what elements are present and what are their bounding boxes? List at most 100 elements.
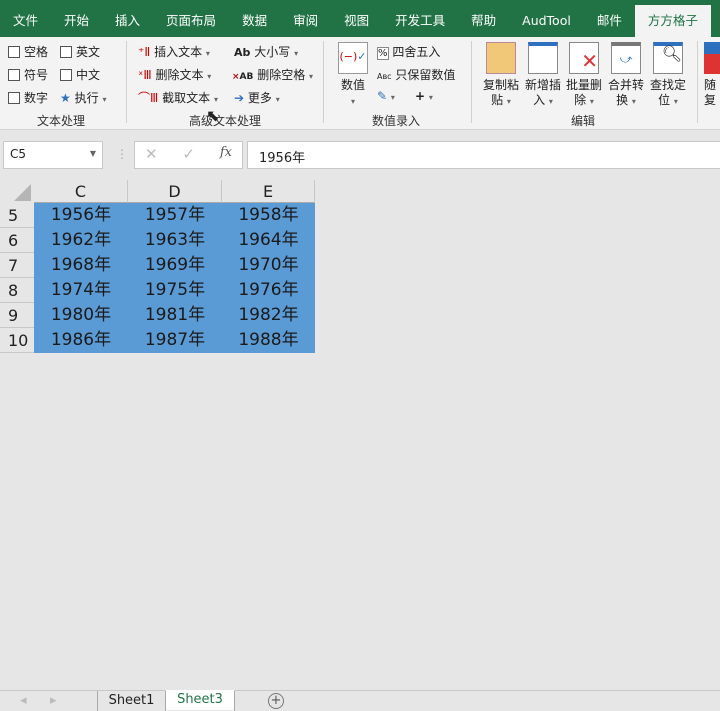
label: 复制粘 (482, 78, 519, 92)
label: 换 (616, 93, 629, 107)
case-button[interactable]: Ab 大小写 ▾ (234, 43, 298, 60)
table-cell[interactable]: 1962年 (34, 228, 128, 253)
name-box[interactable]: C5 ▼ (3, 141, 103, 169)
tab-data[interactable]: 数据 (229, 0, 280, 37)
checkbox-symbol[interactable]: 符号 (8, 66, 48, 83)
table-cell[interactable]: 1975年 (128, 278, 222, 303)
formula-input[interactable]: 1956年 (247, 141, 720, 169)
sheet-tab-sheet1[interactable]: Sheet1 (97, 691, 166, 711)
table-cell[interactable]: 1957年 (128, 203, 222, 228)
group-label-numeric: 数值录入 (372, 114, 421, 128)
checkbox-number[interactable]: 数字 (8, 89, 48, 106)
divider (126, 41, 127, 123)
tab-help[interactable]: 帮助 (458, 0, 509, 37)
insert-new-button[interactable]: 新增插入 ▾ (522, 42, 564, 109)
table-cell[interactable]: 1987年 (128, 328, 222, 353)
table-cell[interactable]: 1963年 (128, 228, 222, 253)
extract-text-button[interactable]: ⌒Ⅲ 截取文本 ▾ (138, 89, 218, 106)
scroll-left-icon[interactable]: ◂ (20, 691, 27, 711)
checkbox-space[interactable]: 空格 (8, 43, 48, 60)
row-header[interactable]: 10 (0, 328, 34, 353)
row-header[interactable]: 5 (0, 203, 34, 228)
edit-icon: ✎ (377, 89, 388, 103)
checkbox-chinese[interactable]: 中文 (60, 66, 100, 83)
find-locate-button[interactable]: 🔍︎ 查找定位 ▾ (647, 42, 689, 109)
table-cell[interactable]: 1968年 (34, 253, 128, 278)
insert-rows-icon (528, 42, 558, 74)
table-cell[interactable]: 1974年 (34, 278, 128, 303)
group-label-advanced: 高级文本处理 (189, 114, 262, 128)
enter-icon[interactable]: ✓ (182, 145, 195, 165)
label: 数值 (340, 78, 365, 92)
scroll-right-icon[interactable]: ▸ (50, 691, 57, 711)
label: 复 (704, 93, 717, 107)
clipboard-icon (486, 42, 516, 74)
delete-spaces-icon: ×AB (232, 72, 254, 82)
tab-mail[interactable]: 邮件 (584, 0, 635, 37)
sheet-tab-sheet3[interactable]: Sheet3 (166, 690, 234, 710)
table-cell[interactable]: 1956年 (34, 203, 128, 228)
name-box-value: C5 (10, 147, 27, 161)
table-cell[interactable]: 1976年 (222, 278, 315, 303)
copy-paste-button[interactable]: 复制粘贴 ▾ (480, 42, 522, 109)
more-button[interactable]: ➔ 更多 ▾ (234, 89, 280, 106)
table-cell[interactable]: 1986年 (34, 328, 128, 353)
label: 除 (574, 93, 587, 107)
tab-home[interactable]: 开始 (51, 0, 102, 37)
execute-button[interactable]: ★ 执行 ▾ (60, 89, 106, 106)
tab-review[interactable]: 审阅 (280, 0, 331, 37)
round-button[interactable]: % 四舍五入 (377, 43, 440, 60)
tab-developer[interactable]: 开发工具 (382, 0, 458, 37)
row-header[interactable]: 7 (0, 253, 34, 278)
table-cell[interactable]: 1958年 (222, 203, 315, 228)
star-icon: ★ (60, 91, 71, 105)
row-header[interactable]: 6 (0, 228, 34, 253)
label: 符号 (24, 68, 49, 82)
insert-text-button[interactable]: ⁺Ⅱ 插入文本 ▾ (138, 43, 210, 60)
table-cell[interactable]: 1969年 (128, 253, 222, 278)
label: 只保留数值 (395, 68, 456, 82)
group-label-edit: 编辑 (571, 114, 596, 128)
keep-numbers-button[interactable]: Aʙᴄ 只保留数值 (377, 66, 455, 83)
table-cell[interactable]: 1970年 (222, 253, 315, 278)
label: 截取文本 (162, 91, 211, 105)
table-cell[interactable]: 1964年 (222, 228, 315, 253)
add-sheet-icon[interactable]: + (268, 693, 284, 709)
column-header-c[interactable]: C (34, 180, 128, 203)
row-header[interactable]: 8 (0, 278, 34, 303)
divider (697, 41, 698, 123)
percent-icon: % (377, 47, 389, 60)
tab-file[interactable]: 文件 (0, 0, 51, 37)
label: 查找定 (649, 78, 686, 92)
row-header[interactable]: 9 (0, 303, 34, 328)
checkbox-icon (8, 46, 20, 58)
function-icon[interactable]: fx (220, 145, 232, 165)
tab-insert[interactable]: 插入 (102, 0, 153, 37)
column-header-e[interactable]: E (222, 180, 315, 203)
table-cell[interactable]: 1980年 (34, 303, 128, 328)
random-button[interactable]: 随复 (704, 42, 720, 108)
delete-text-button[interactable]: ˣⅢ 删除文本 ▾ (138, 66, 211, 83)
table-cell[interactable]: 1982年 (222, 303, 315, 328)
column-header-d[interactable]: D (128, 180, 222, 203)
delete-icon: ˣⅢ (138, 68, 152, 82)
checkbox-english[interactable]: 英文 (60, 43, 100, 60)
add-dropdown[interactable]: + ▾ (415, 89, 433, 103)
tab-audtool[interactable]: AudTool (509, 0, 584, 37)
checkbox-icon (8, 69, 20, 81)
tab-fangfang[interactable]: 方方格子 (634, 5, 711, 37)
batch-delete-button[interactable]: ✕ 批量删除 ▾ (563, 42, 605, 109)
edit-dropdown[interactable]: ✎ ▾ (377, 89, 395, 103)
label: 插入文本 (154, 45, 203, 59)
merge-convert-button[interactable]: ⤻ 合并转换 ▾ (605, 42, 647, 109)
label: 数字 (24, 91, 49, 105)
cancel-icon[interactable]: ✕ (145, 145, 158, 165)
table-cell[interactable]: 1981年 (128, 303, 222, 328)
table-cell[interactable]: 1988年 (222, 328, 315, 353)
tab-view[interactable]: 视图 (331, 0, 382, 37)
delete-spaces-button[interactable]: ×AB 删除空格 ▾ (232, 66, 313, 83)
select-all-icon[interactable] (14, 184, 31, 201)
value-button[interactable]: (−)✓ 数值 ▾ (336, 42, 370, 109)
tab-page-layout[interactable]: 页面布局 (153, 0, 229, 37)
random-icon (704, 42, 720, 74)
